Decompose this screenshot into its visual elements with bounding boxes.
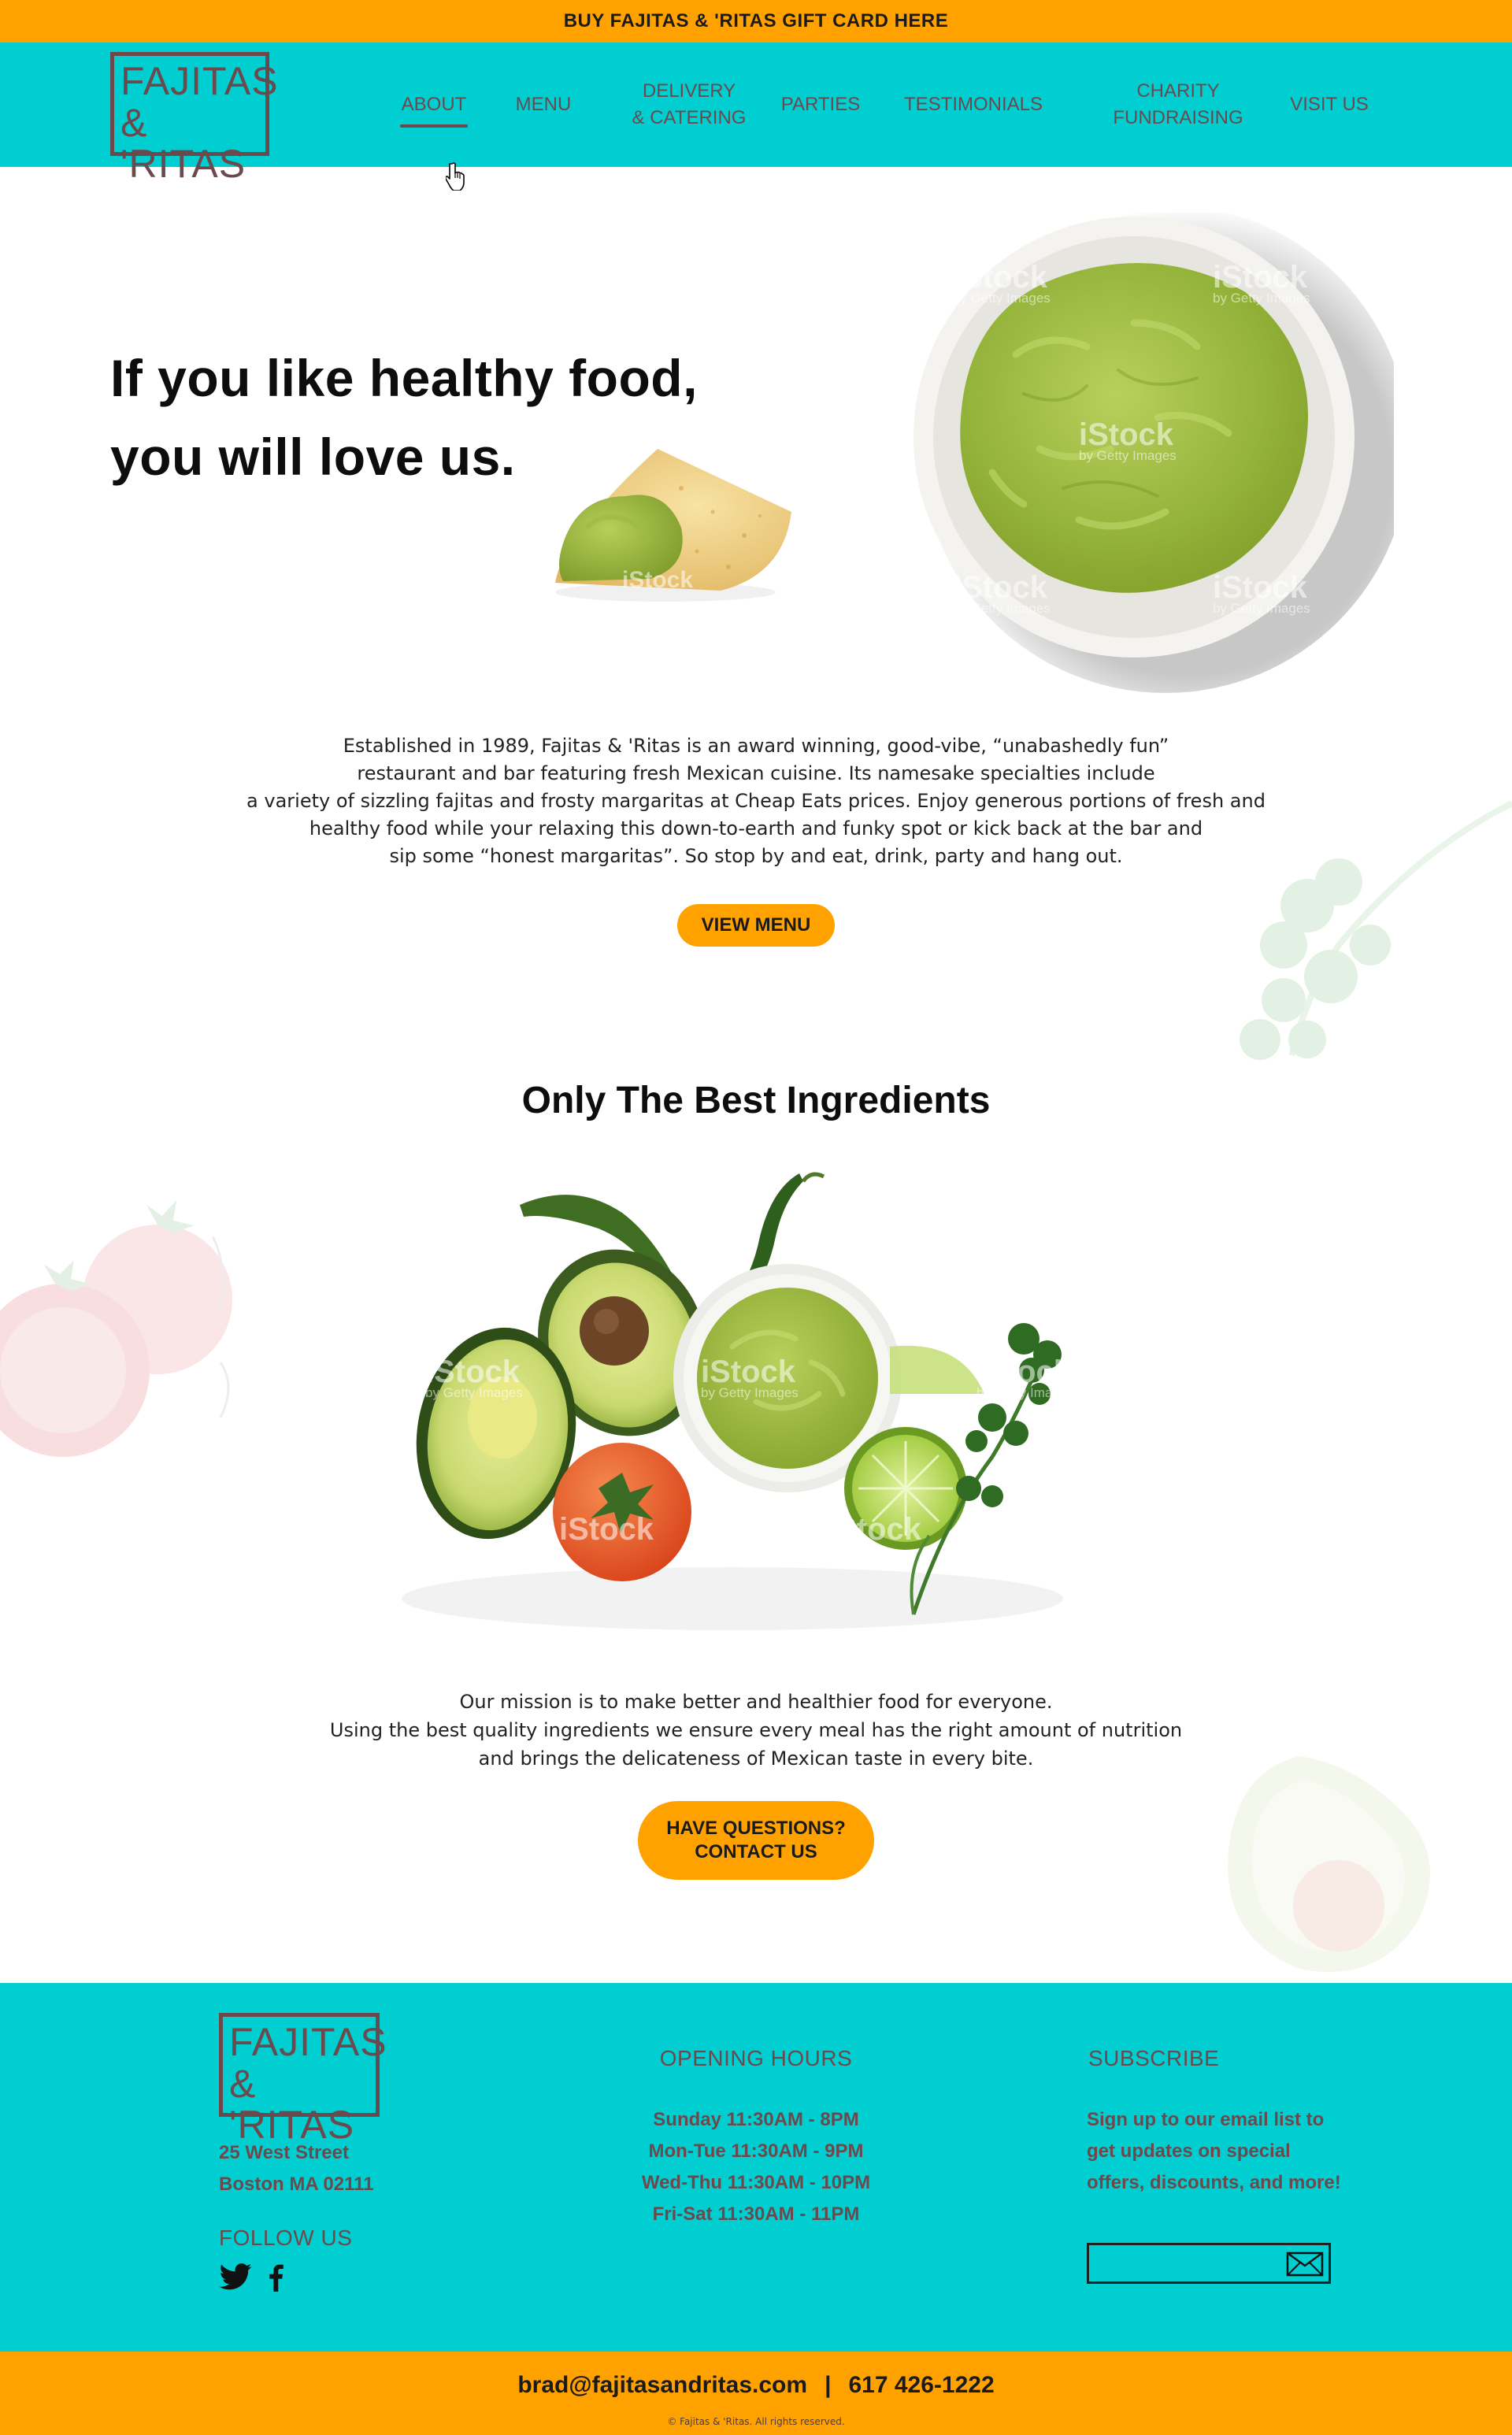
address-line2: Boston MA 02111	[219, 2174, 374, 2195]
footer-logo-line2: & 'RITAS	[229, 2061, 355, 2147]
brand-logo-line2: & 'RITAS	[120, 100, 246, 186]
nav-charity-label: CHARITY FUNDRAISING	[1113, 78, 1243, 131]
envelope-icon[interactable]	[1286, 2252, 1324, 2277]
footer-logo[interactable]: FAJITAS & 'RITAS	[219, 2013, 387, 2145]
contact-bar: brad@fajitasandritas.com | 617 426-1222 © …	[0, 2352, 1512, 2435]
hero-title-line1: If you like healthy food,	[110, 349, 698, 407]
intro-line: Established in 1989, Fajitas & 'Ritas is…	[343, 735, 1169, 757]
nav-delivery-line2: & CATERING	[632, 107, 747, 128]
subscribe-title: SUBSCRIBE	[1088, 2046, 1220, 2070]
intro-line: sip some “honest margaritas”. So stop by…	[389, 845, 1123, 867]
hours-item: Sunday 11:30AM - 8PM	[653, 2109, 859, 2130]
mission-line: Using the best quality ingredients we en…	[329, 1719, 1183, 1741]
brand-logo-line1: FAJITAS	[120, 59, 279, 103]
contact-email-link[interactable]: brad@fajitasandritas.com	[517, 2372, 807, 2398]
ingredients-image	[402, 1172, 1063, 1630]
address-line1: 25 West Street	[219, 2142, 349, 2163]
mission-paragraph: Our mission is to make better and health…	[260, 1688, 1252, 1773]
promo-bar: BUY FAJITAS & 'RITAS GIFT CARD HERE	[0, 0, 1512, 43]
footer-address: 25 West Street Boston MA 02111	[219, 2137, 374, 2200]
gift-card-link[interactable]: BUY FAJITAS & 'RITAS GIFT CARD HERE	[564, 10, 949, 32]
contact-button-label: HAVE QUESTIONS? CONTACT US	[666, 1817, 846, 1864]
copyright-text: © Fajitas & 'Ritas. All rights reserved.	[667, 2416, 845, 2427]
facebook-icon[interactable]	[268, 2263, 284, 2292]
hours-item: Fri-Sat 11:30AM - 11PM	[652, 2203, 860, 2225]
chip-with-guacamole-image	[555, 449, 791, 602]
contact-phone-link[interactable]: 617 426-1222	[848, 2372, 994, 2398]
follow-us-title: FOLLOW US	[219, 2226, 353, 2250]
nav-parties-label: PARTIES	[780, 94, 861, 116]
hero-title-line2: you will love us.	[110, 428, 516, 486]
nav-testimonials-label: TESTIMONIALS	[903, 94, 1043, 116]
contact-separator: |	[825, 2372, 832, 2398]
site-footer: FAJITAS & 'RITAS 25 West Street Boston M…	[0, 1983, 1512, 2352]
contact-line: brad@fajitasandritas.com | 617 426-1222	[0, 2372, 1512, 2399]
nav-visit-us[interactable]: VISIT US	[1290, 43, 1369, 167]
nav-charity-line2: FUNDRAISING	[1113, 107, 1243, 128]
nav-charity-fundraising[interactable]: CHARITY FUNDRAISING	[1112, 43, 1244, 167]
nav-about-label: ABOUT	[401, 94, 467, 116]
nav-delivery-catering-label: DELIVERY & CATERING	[632, 78, 747, 131]
ingredients-title: Only The Best Ingredients	[521, 1080, 991, 1121]
subscribe-form	[1087, 2243, 1331, 2284]
guacamole-bowl-image	[914, 213, 1394, 693]
intro-line: a variety of sizzling fajitas and frosty…	[246, 790, 1266, 812]
contact-us-button[interactable]: HAVE QUESTIONS? CONTACT US	[638, 1801, 874, 1880]
nav-about[interactable]: ABOUT	[400, 43, 468, 167]
site-header: FAJITAS & 'RITAS ABOUT MENU DELIVERY & C…	[0, 43, 1512, 191]
brand-logo[interactable]: FAJITAS & 'RITAS	[110, 52, 279, 184]
nav-testimonials[interactable]: TESTIMONIALS	[904, 43, 1043, 167]
opening-hours-title: OPENING HOURS	[659, 2046, 853, 2070]
nav-menu[interactable]: MENU	[513, 43, 573, 167]
view-menu-button[interactable]: VIEW MENU	[677, 904, 835, 947]
contact-button-line2: CONTACT US	[695, 1841, 817, 1862]
nav-charity-line1: CHARITY	[1136, 80, 1220, 102]
intro-line: restaurant and bar featuring fresh Mexic…	[357, 762, 1155, 784]
hours-item: Mon-Tue 11:30AM - 9PM	[648, 2140, 864, 2162]
nav-menu-label: MENU	[515, 94, 572, 116]
tomato-decoration	[0, 1200, 232, 1457]
avocado-decoration	[1228, 1756, 1430, 1972]
opening-hours-list: Sunday 11:30AM - 8PM Mon-Tue 11:30AM - 9…	[551, 2104, 961, 2230]
hours-item: Wed-Thu 11:30AM - 10PM	[641, 2172, 871, 2193]
contact-button-line1: HAVE QUESTIONS?	[666, 1818, 846, 1839]
intro-line: healthy food while your relaxing this do…	[309, 817, 1203, 839]
subscribe-text: Sign up to our email list to get updates…	[1087, 2109, 1341, 2193]
nav-delivery-catering[interactable]: DELIVERY & CATERING	[630, 43, 748, 167]
nav-delivery-line1: DELIVERY	[642, 80, 736, 102]
twitter-icon[interactable]	[219, 2263, 252, 2290]
intro-paragraph: Established in 1989, Fajitas & 'Ritas is…	[220, 732, 1292, 870]
nav-visit-us-label: VISIT US	[1290, 94, 1369, 116]
footer-logo-line1: FAJITAS	[229, 2020, 387, 2064]
hand-cursor-icon	[446, 162, 465, 191]
mission-line: and brings the delicateness of Mexican t…	[478, 1747, 1034, 1770]
nav-parties[interactable]: PARTIES	[780, 43, 861, 167]
subscribe-email-input[interactable]	[1089, 2245, 1278, 2281]
mission-line: Our mission is to make better and health…	[459, 1691, 1053, 1713]
